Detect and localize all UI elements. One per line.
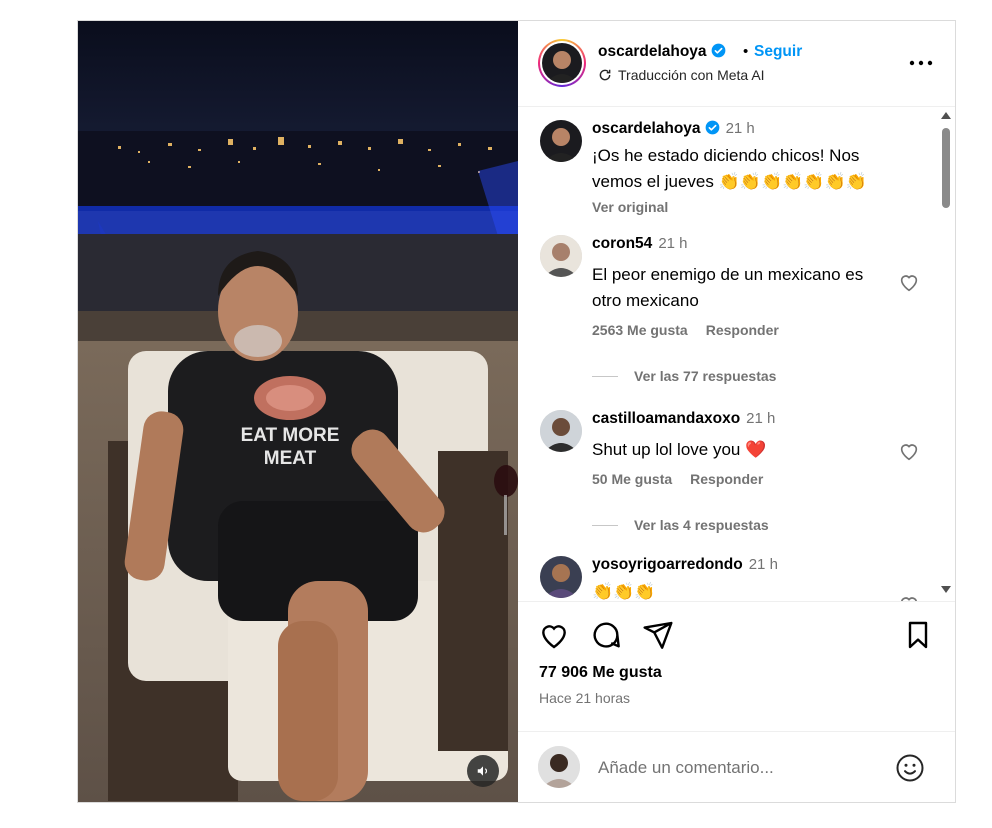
mute-toggle-button[interactable] bbox=[467, 755, 499, 787]
see-original-link[interactable]: Ver original bbox=[592, 199, 668, 215]
comment-username-text[interactable]: coron54 bbox=[592, 235, 652, 252]
comment-likes[interactable]: 50 Me gusta bbox=[592, 471, 672, 487]
comment-input[interactable] bbox=[598, 754, 858, 782]
author-username-text[interactable]: oscardelahoya bbox=[598, 43, 707, 60]
send-icon bbox=[643, 621, 673, 649]
like-comment-button[interactable] bbox=[898, 271, 920, 293]
comment-meta: 2563 Me gusta Responder bbox=[592, 322, 779, 338]
view-replies-label[interactable]: Ver las 77 respuestas bbox=[634, 368, 776, 384]
likes-count[interactable]: 77 906 Me gusta bbox=[539, 664, 662, 682]
comment-meta: 50 Me gusta Responder bbox=[592, 471, 763, 487]
comment-button[interactable] bbox=[590, 619, 622, 651]
author-username[interactable]: oscardelahoya bbox=[598, 43, 726, 61]
comment-avatar[interactable] bbox=[540, 410, 582, 452]
view-replies-button[interactable]: Ver las 77 respuestas bbox=[592, 368, 776, 384]
more-icon bbox=[909, 60, 933, 66]
heart-icon bbox=[901, 597, 917, 601]
translation-label: Traducción con Meta AI bbox=[618, 67, 765, 83]
comment-username[interactable]: castilloamandaxoxo 21 h bbox=[592, 410, 775, 428]
scrollbar-thumb bbox=[942, 128, 950, 208]
comment-item: castilloamandaxoxo 21 h Shut up lol love … bbox=[540, 410, 920, 540]
comment-avatar[interactable] bbox=[540, 235, 582, 277]
emoji-picker-button[interactable] bbox=[895, 753, 925, 783]
like-comment-button[interactable] bbox=[898, 593, 920, 601]
heart-icon bbox=[900, 275, 918, 292]
comment-username-text[interactable]: castilloamandaxoxo bbox=[592, 410, 740, 427]
caption: oscardelahoya 21 h ¡Os he estado diciendo… bbox=[540, 120, 920, 230]
comment-avatar[interactable] bbox=[540, 556, 582, 598]
post-dialog: EAT MORE MEAT oscardelahoya • Seguir Tra… bbox=[77, 20, 956, 803]
shirt-text-line2: MEAT bbox=[264, 448, 317, 469]
caption-text: ¡Os he estado diciendo chicos! Nos vemos… bbox=[592, 146, 867, 191]
verified-badge-icon bbox=[711, 43, 725, 58]
post-actions: 77 906 Me gusta Hace 21 horas bbox=[518, 601, 955, 731]
refresh-icon bbox=[599, 69, 611, 81]
post-timestamp[interactable]: Hace 21 horas bbox=[539, 690, 630, 706]
add-comment-bar bbox=[518, 731, 955, 802]
heart-icon bbox=[542, 625, 566, 649]
comment-text: Shut up lol love you ❤️ bbox=[592, 440, 767, 459]
volume-icon bbox=[477, 766, 488, 776]
reply-button[interactable]: Responder bbox=[706, 322, 779, 338]
follow-button[interactable]: Seguir bbox=[754, 43, 802, 61]
comments-scrollbar[interactable] bbox=[937, 108, 955, 601]
comment-icon bbox=[593, 622, 620, 648]
post-side-panel: oscardelahoya • Seguir Traducción con Me… bbox=[518, 21, 955, 802]
scroll-up-arrow bbox=[941, 112, 951, 119]
heart-icon bbox=[900, 444, 918, 461]
more-options-button[interactable] bbox=[909, 51, 933, 75]
comment-username[interactable]: coron54 21 h bbox=[592, 235, 688, 253]
post-photo: EAT MORE MEAT bbox=[78, 21, 518, 802]
emoji-icon bbox=[896, 754, 924, 782]
comment-username-text[interactable]: yosoyrigoarredondo bbox=[592, 556, 743, 573]
scroll-down-arrow bbox=[941, 586, 951, 593]
reply-button[interactable]: Responder bbox=[690, 471, 763, 487]
view-replies-button[interactable]: Ver las 4 respuestas bbox=[592, 517, 769, 533]
bookmark-icon bbox=[908, 621, 928, 649]
share-button[interactable] bbox=[642, 619, 674, 651]
author-avatar[interactable] bbox=[538, 39, 586, 87]
caption-time: 21 h bbox=[725, 120, 755, 137]
comments-list[interactable]: oscardelahoya 21 h ¡Os he estado diciendo… bbox=[518, 108, 955, 601]
translation-notice[interactable]: Traducción con Meta AI bbox=[598, 67, 765, 83]
post-header: oscardelahoya • Seguir Traducción con Me… bbox=[518, 21, 955, 107]
comment-item: coron54 21 h El peor enemigo de un mexica… bbox=[540, 235, 920, 385]
like-button[interactable] bbox=[538, 619, 570, 651]
save-button[interactable] bbox=[902, 619, 934, 651]
comment-text: 👏👏👏 bbox=[592, 582, 656, 601]
current-user-avatar bbox=[538, 746, 580, 788]
verified-badge-icon bbox=[705, 120, 719, 135]
comment-username[interactable]: yosoyrigoarredondo 21 h bbox=[592, 556, 778, 574]
caption-username[interactable]: oscardelahoya 21 h bbox=[592, 120, 755, 138]
comment-time: 21 h bbox=[746, 410, 776, 427]
comment-item: yosoyrigoarredondo 21 h 👏👏👏 bbox=[540, 556, 920, 601]
comment-likes[interactable]: 2563 Me gusta bbox=[592, 322, 688, 338]
comment-text: El peor enemigo de un mexicano es otro m… bbox=[592, 265, 864, 310]
comment-time: 21 h bbox=[658, 235, 688, 252]
post-media[interactable]: EAT MORE MEAT bbox=[78, 21, 518, 802]
separator-dot: • bbox=[743, 43, 749, 60]
shirt-text-line1: EAT MORE bbox=[241, 425, 340, 446]
comment-time: 21 h bbox=[748, 556, 778, 573]
caption-username-text[interactable]: oscardelahoya bbox=[592, 120, 701, 137]
like-comment-button[interactable] bbox=[898, 440, 920, 462]
view-replies-label[interactable]: Ver las 4 respuestas bbox=[634, 517, 769, 533]
caption-avatar[interactable] bbox=[540, 120, 582, 162]
